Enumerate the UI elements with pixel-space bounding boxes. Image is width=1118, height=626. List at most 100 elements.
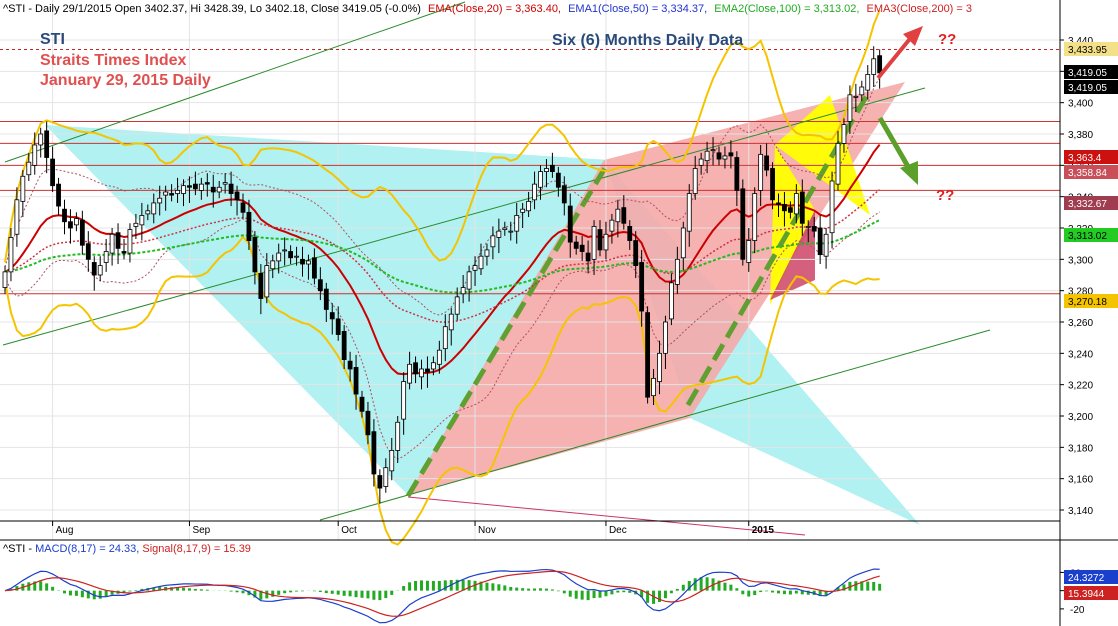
question-down: ?? [936,187,954,204]
candle-body [335,318,341,335]
candle-body [413,362,418,375]
candle-body [567,205,573,243]
candle-body [764,155,769,171]
price-tags: 3,433.95 3,419.05 3,419.05 3,363.4 3,358.84 3… [1064,42,1118,308]
candle-body [692,168,698,194]
candle-body [609,219,615,232]
candle-body [44,130,50,158]
candle-body [115,232,121,249]
candle-body [740,188,746,260]
candle-body [311,257,317,279]
price-tag-label: 3,419.05 [1068,83,1107,94]
candle-body [323,288,329,310]
candle-body [383,467,389,487]
candle-body [752,193,758,241]
macd-tick-label: -20 [1070,605,1085,616]
candle-body [716,152,722,160]
candle-body [526,200,531,212]
candle-body [514,215,520,232]
candle-body [216,186,222,193]
candle-body [430,362,436,370]
candle-body [169,193,175,196]
candle-body [454,296,460,315]
candle-body [621,207,627,224]
candle-body [663,321,668,354]
candle-body [127,229,133,254]
y-tick-label: 3,200 [1068,412,1093,423]
candle-body [32,144,38,166]
candle-body [817,227,823,256]
candle-body [591,226,597,260]
candle-body [133,222,139,227]
candle-body [121,251,127,254]
y-tick-label: 3,240 [1068,349,1093,360]
candle-body [264,265,270,298]
candle-body [234,191,240,201]
candle-body [490,235,496,248]
candle-body [276,252,282,262]
candle-body [282,249,288,252]
candle-body [841,124,847,144]
candle-body [853,96,859,98]
candle-body [20,175,26,202]
macd-tag-label: 15.3944 [1068,589,1105,600]
candle-body [425,368,430,373]
candle-body [799,191,805,224]
candle-body [680,227,686,259]
candle-body [192,183,198,190]
candle-body [300,258,305,265]
stock-chart: 3,1403,1603,1803,2003,2203,2403,2603,280… [0,0,1118,626]
candle-body [85,243,91,260]
candle-body [341,330,347,360]
candle-body [442,326,448,350]
candle-body [597,229,603,251]
x-tick-label: Oct [341,525,357,536]
candle-body [538,171,543,188]
candle-body [829,180,835,234]
candle-body [26,161,32,176]
candle-body [175,189,180,194]
candle-body [204,182,210,185]
candle-body [615,208,621,223]
candle-body [347,360,353,370]
candle-body [62,208,67,223]
candle-body [496,230,502,238]
candle-body [508,230,514,233]
candle-body [484,249,490,257]
x-tick-label: Sep [192,525,210,536]
candle-body [532,183,537,201]
macd-tag-label: 24.3272 [1068,573,1105,584]
candle-body [151,202,157,215]
candle-body [419,368,424,378]
x-tick-label: Aug [56,525,74,536]
candle-body [734,157,740,191]
candle-body [573,241,579,249]
price-tag-label: 3,358.84 [1068,168,1107,179]
candle-body [329,312,335,320]
y-tick-label: 3,380 [1068,130,1093,141]
candle-body [377,475,383,489]
candle-body [823,233,829,257]
candle-body [793,193,799,215]
price-tag-label: 3,419.05 [1068,68,1107,79]
candle-body [466,271,472,290]
y-tick-label: 3,180 [1068,443,1093,454]
candle-body [56,183,61,207]
candle-body [68,221,73,229]
candle-body [460,287,466,295]
candle-body [163,191,169,196]
y-tick-label: 3,160 [1068,475,1093,486]
candle-body [550,164,555,172]
candle-body [811,226,817,232]
candle-body [389,450,395,472]
chart-stage: 3,140 3,160 3,180 3,200 3,220 3,240 3,260 3,280… [0,0,1118,626]
candle-body [91,262,97,276]
candle-body [228,183,234,194]
candle-body [758,153,764,191]
candle-body [139,215,145,226]
candle-body [317,279,323,292]
candle-body [704,150,710,162]
candle-body [246,211,252,241]
candle-body [14,199,20,235]
candle-body [555,172,561,188]
